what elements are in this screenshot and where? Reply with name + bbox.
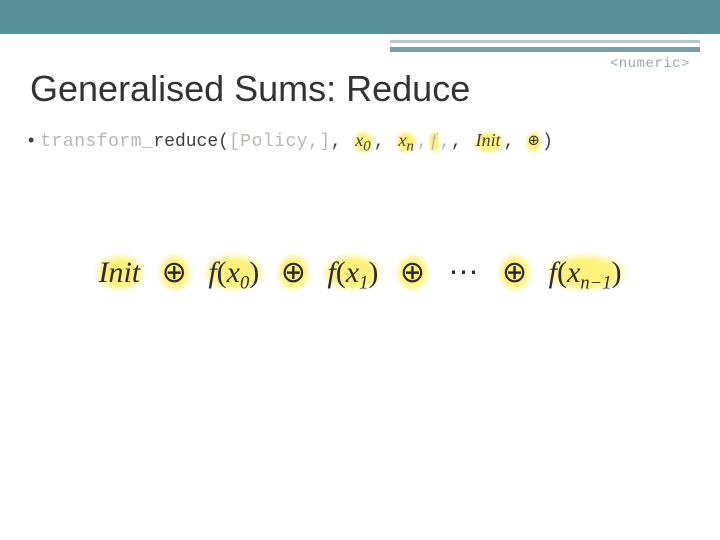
oplus-icon: ⊕ [396, 254, 429, 291]
sig-comma4: , [451, 132, 473, 152]
sig-x0: x0 [352, 130, 374, 154]
oplus-icon: ⊕ [158, 254, 191, 291]
formula-term-1: f(x1) [323, 254, 382, 291]
oplus-icon: ⊕ [498, 254, 531, 291]
sig-comma5: , [504, 132, 526, 152]
formula-term-0: f(x0) [204, 254, 263, 291]
sig-comma1: , [331, 132, 353, 152]
sig-xn: xn [395, 130, 417, 154]
sig-f-ghost: f [428, 130, 440, 154]
slide-title: Generalised Sums: Reduce [30, 68, 470, 110]
sig-close: ) [542, 132, 553, 152]
formula-dots: ⋯ [449, 256, 479, 289]
sig-prefix-ghost1: t [40, 132, 51, 152]
sig-policy-ghost: [Policy,] [229, 132, 331, 152]
formula-init: Init [95, 254, 145, 291]
sig-reduce: reduce( [153, 132, 229, 152]
sig-comma3-ghost: , [417, 132, 428, 152]
top-bar [0, 0, 720, 34]
function-signature: •transform_reduce([Policy,], x0, xn,f,, … [28, 130, 692, 156]
formula-term-n: f(xn−1) [545, 254, 626, 291]
header-tag: <numeric> [610, 56, 690, 72]
sig-oplus: ⊕ [525, 130, 542, 154]
formula: Init ⊕ f(x0) ⊕ f(x1) ⊕ ⋯ ⊕ f(xn−1) [0, 255, 720, 295]
bullet-icon: • [28, 130, 34, 150]
oplus-icon: ⊕ [277, 254, 310, 291]
sig-prefix-ghost2: ransform_ [52, 132, 154, 152]
sig-comma2: , [374, 132, 396, 152]
sig-comma-after-f: , [440, 132, 451, 152]
sig-init: Init [473, 130, 504, 154]
